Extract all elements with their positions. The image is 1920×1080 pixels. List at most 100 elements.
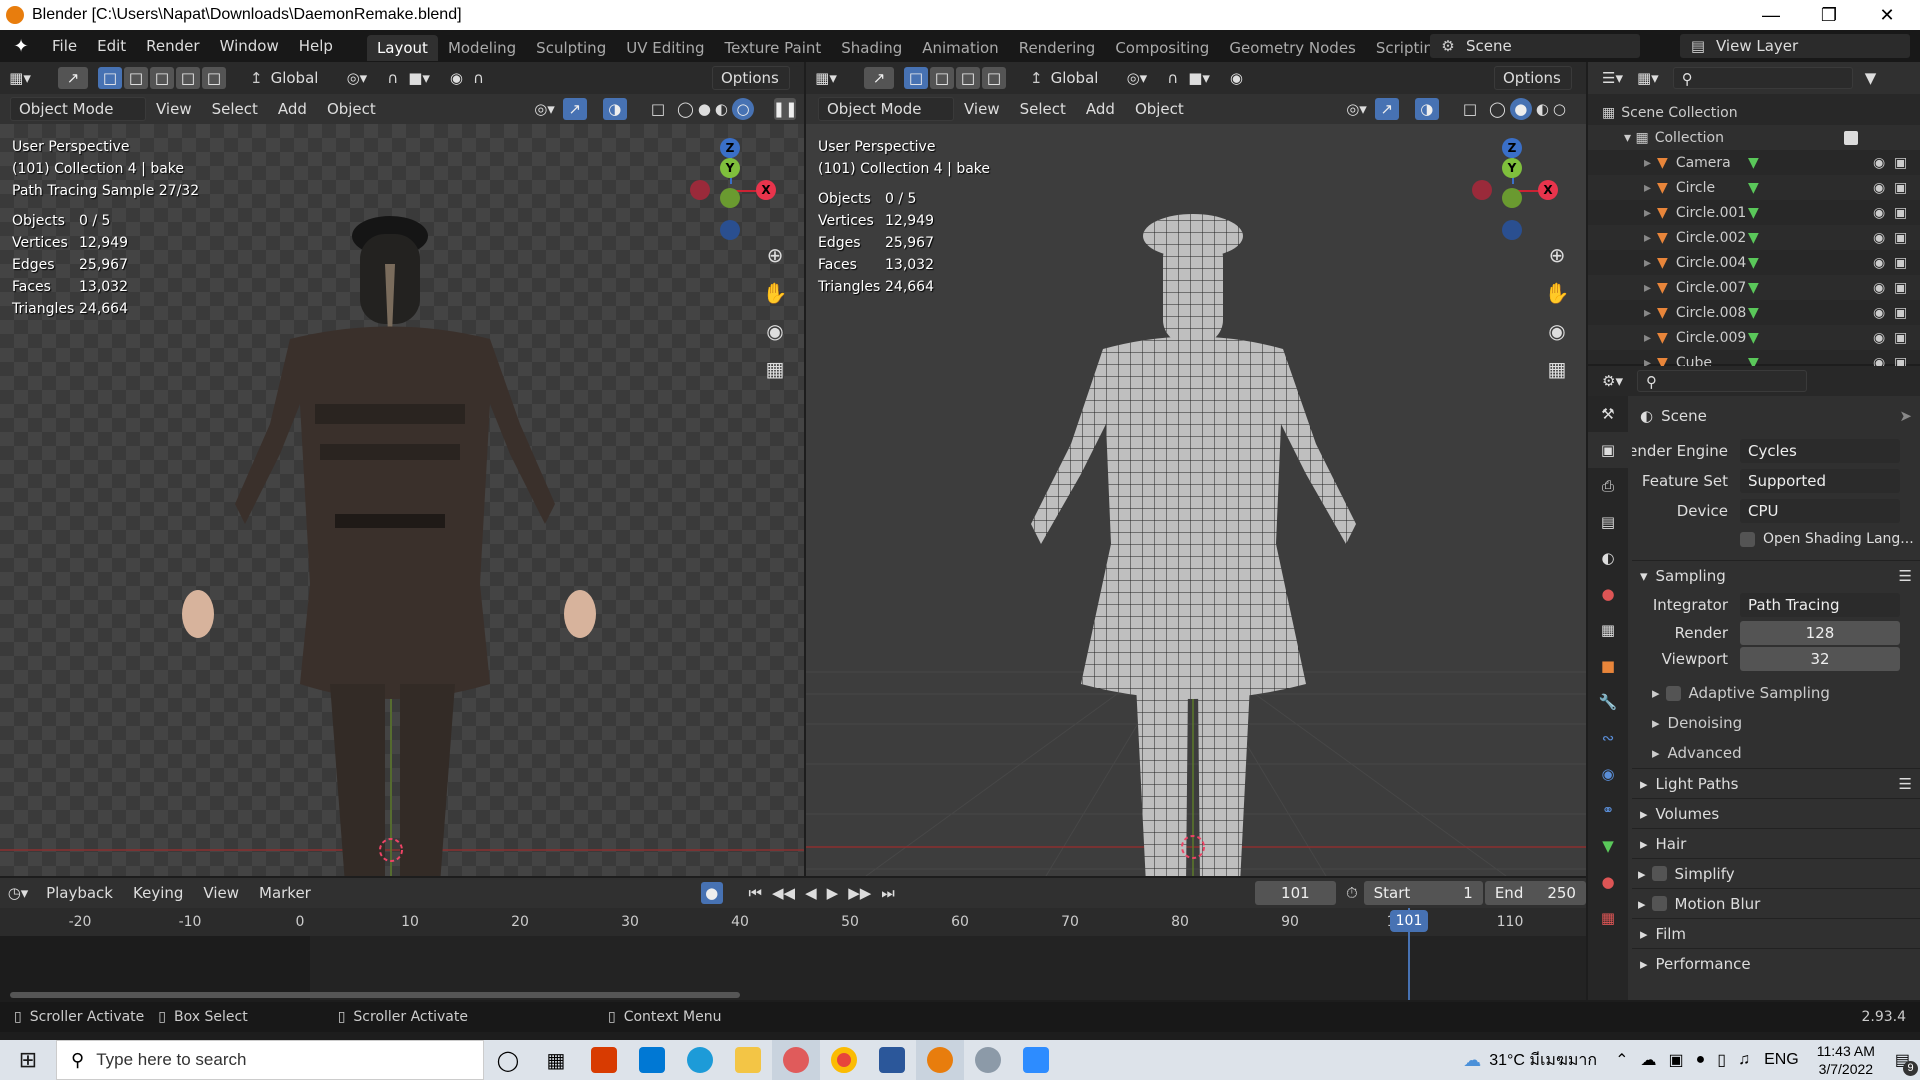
- snap-icon[interactable]: ∩: [387, 69, 398, 87]
- constraints-tab-icon[interactable]: ⚭: [1588, 792, 1628, 828]
- current-frame-field[interactable]: 101: [1254, 881, 1336, 905]
- outliner-scene-collection[interactable]: ▦ Scene Collection: [1588, 100, 1920, 125]
- subpanel-denoising[interactable]: ▸ Denoising: [1632, 708, 1920, 738]
- gizmo-toggle-icon[interactable]: ↗: [1374, 98, 1399, 120]
- ortho-toggle-icon[interactable]: ▦: [1542, 354, 1572, 384]
- navigation-gizmo[interactable]: Z Y X: [1472, 138, 1582, 248]
- play-icon[interactable]: ▶: [827, 884, 839, 902]
- outliner-item[interactable]: ▸ ▼ Camera ▼ ◉ ▣: [1588, 150, 1920, 175]
- camera-view-icon[interactable]: ◉: [760, 316, 790, 346]
- mode-dropdown[interactable]: Object Mode: [818, 97, 954, 121]
- data-icon[interactable]: ▼: [1748, 305, 1759, 321]
- tab-texture-paint[interactable]: Texture Paint: [714, 35, 831, 61]
- viewport-menu-view[interactable]: View: [954, 94, 1010, 124]
- timeline-editor-icon[interactable]: ◷▾: [0, 884, 36, 902]
- end-frame-field[interactable]: End 250: [1484, 881, 1586, 905]
- editor-type-icon[interactable]: ▦▾: [0, 69, 40, 87]
- panel-simplify[interactable]: ▸ Simplify: [1632, 858, 1920, 888]
- visibility-eye-icon[interactable]: ◉: [1873, 180, 1885, 196]
- expand-arrow-icon[interactable]: ▸: [1644, 230, 1651, 246]
- shading-rendered-icon[interactable]: ○: [1553, 100, 1566, 118]
- edge-icon[interactable]: [676, 1040, 724, 1080]
- panel-hair[interactable]: ▸ Hair: [1632, 828, 1920, 858]
- xray-icon[interactable]: □: [1463, 100, 1477, 118]
- onedrive-icon[interactable]: ☁: [1640, 1050, 1656, 1070]
- shading-wireframe-icon[interactable]: ◯: [1489, 100, 1506, 118]
- expand-arrow-icon[interactable]: ▸: [1644, 305, 1651, 321]
- play-reverse-icon[interactable]: ◀: [805, 884, 817, 902]
- shading-rendered-icon[interactable]: ○: [732, 98, 754, 120]
- zoom-icon[interactable]: ⊕: [1542, 240, 1572, 270]
- media-icon[interactable]: [964, 1040, 1012, 1080]
- properties-editor-icon[interactable]: ⚙▾: [1602, 372, 1623, 390]
- outliner-item[interactable]: ▸ ▼ Circle ▼ ◉ ▣: [1588, 175, 1920, 200]
- data-tab-icon[interactable]: ▼: [1588, 828, 1628, 864]
- shading-material-icon[interactable]: ◐: [1536, 100, 1549, 118]
- tool-tab-icon[interactable]: ⚒: [1588, 396, 1628, 432]
- subpanel-advanced[interactable]: ▸ Advanced: [1632, 738, 1920, 768]
- select-tool-icon[interactable]: ↗: [864, 67, 894, 89]
- maximize-button[interactable]: ❐: [1800, 0, 1858, 30]
- filter-icon[interactable]: ▼: [1865, 69, 1877, 87]
- shading-solid-icon[interactable]: ●: [1509, 98, 1532, 120]
- overlay-toggle-icon[interactable]: ◑: [1414, 98, 1439, 120]
- device-icon[interactable]: ▣: [1668, 1050, 1683, 1070]
- viewport-samples-field[interactable]: 32: [1740, 647, 1900, 671]
- world-tab-icon[interactable]: ●: [1588, 576, 1628, 612]
- viewport-left[interactable]: ▦▾ ↗ □ □ □ □ □ ↥ Global ◎▾ ∩ ■▾ ◉ ∩ Opti…: [0, 62, 804, 876]
- subpanel-adaptive-sampling[interactable]: ▸ Adaptive Sampling: [1632, 678, 1920, 708]
- render-camera-icon[interactable]: ▣: [1894, 305, 1907, 321]
- snap-target-icon[interactable]: ■▾: [408, 69, 430, 87]
- render-camera-icon[interactable]: ▣: [1894, 280, 1907, 296]
- data-icon[interactable]: ▼: [1748, 255, 1759, 271]
- pan-hand-icon[interactable]: ✋: [1542, 278, 1572, 308]
- viewport-right[interactable]: ▦▾ ↗ □ □ □ □ ↥ Global ◎▾ ∩ ■▾ ◉ Options …: [806, 62, 1586, 876]
- playhead[interactable]: 101: [1390, 910, 1428, 932]
- texture-tab-icon[interactable]: ▦: [1588, 900, 1628, 936]
- camera-view-icon[interactable]: ◉: [1542, 316, 1572, 346]
- panel-sampling[interactable]: ▾ Sampling ☰: [1632, 560, 1920, 590]
- editor-type-icon[interactable]: ▦▾: [806, 69, 846, 87]
- menu-file[interactable]: File: [42, 30, 87, 62]
- timeline-menu-view[interactable]: View: [193, 878, 249, 908]
- autokey-icon[interactable]: ●: [700, 882, 723, 904]
- options-dropdown[interactable]: Options: [1494, 66, 1572, 90]
- clock[interactable]: 11:43 AM 3/7/2022: [1817, 1042, 1875, 1078]
- render-camera-icon[interactable]: ▣: [1894, 230, 1907, 246]
- outliner-item[interactable]: ▸ ▼ Circle.004 ▼ ◉ ▣: [1588, 250, 1920, 275]
- tab-rendering[interactable]: Rendering: [1009, 35, 1106, 61]
- windows-start-icon[interactable]: ⊞: [0, 1040, 56, 1080]
- expand-arrow-icon[interactable]: ▸: [1644, 205, 1651, 221]
- expand-arrow-icon[interactable]: ▸: [1644, 330, 1651, 346]
- tab-layout[interactable]: Layout: [366, 35, 438, 61]
- close-window-button[interactable]: ✕: [1858, 0, 1916, 30]
- options-dropdown[interactable]: Options: [712, 66, 790, 90]
- minimize-button[interactable]: —: [1742, 0, 1800, 30]
- select-invert-icon[interactable]: □: [982, 67, 1006, 89]
- timeline-scrollbar[interactable]: [10, 992, 740, 998]
- jump-start-icon[interactable]: ⏮: [749, 884, 763, 902]
- data-icon[interactable]: ▼: [1748, 330, 1759, 346]
- select-extend-icon[interactable]: □: [930, 67, 954, 89]
- panel-volumes[interactable]: ▸ Volumes: [1632, 798, 1920, 828]
- shading-wireframe-icon[interactable]: ◯: [677, 100, 694, 118]
- outliner-item[interactable]: ▸ ▼ Circle.008 ▼ ◉ ▣: [1588, 300, 1920, 325]
- outliner-item[interactable]: ▸ ▼ Circle.002 ▼ ◉ ▣: [1588, 225, 1920, 250]
- viewport-menu-object[interactable]: Object: [1125, 94, 1194, 124]
- expand-arrow-icon[interactable]: ▸: [1644, 180, 1651, 196]
- data-icon[interactable]: ▼: [1748, 280, 1759, 296]
- battery-icon[interactable]: ▯: [1717, 1050, 1726, 1070]
- orientation-dropdown[interactable]: Global: [1051, 69, 1121, 87]
- panel-light-paths[interactable]: ▸ Light Paths ☰: [1632, 768, 1920, 798]
- select-box-icon[interactable]: □: [904, 67, 928, 89]
- material-tab-icon[interactable]: ●: [1588, 864, 1628, 900]
- microphone-icon[interactable]: ●: [1696, 1051, 1706, 1069]
- select-intersect-icon[interactable]: □: [202, 67, 226, 89]
- integrator-dropdown[interactable]: Path Tracing: [1740, 593, 1900, 617]
- tab-shading[interactable]: Shading: [831, 35, 912, 61]
- office-icon[interactable]: [580, 1040, 628, 1080]
- object-tab-icon[interactable]: ■: [1588, 648, 1628, 684]
- tab-sculpting[interactable]: Sculpting: [526, 35, 616, 61]
- render-camera-icon[interactable]: ▣: [1894, 255, 1907, 271]
- expand-arrow-icon[interactable]: ▸: [1644, 255, 1651, 271]
